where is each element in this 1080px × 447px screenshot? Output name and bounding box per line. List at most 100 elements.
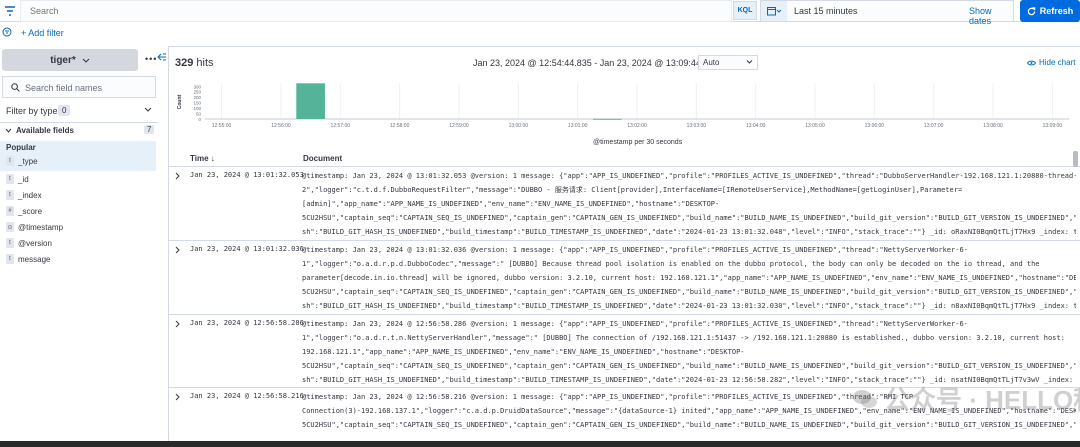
x-tick-label: 12:59:00 [449,123,469,129]
chevron-down-icon [82,58,90,63]
table-row[interactable]: Jan 23, 2024 @ 13:01:32.036 @timestamp: J… [169,241,1080,315]
search-input[interactable] [21,1,731,21]
field-item[interactable]: t _type [6,155,38,167]
row-document: @timestamp: Jan 23, 2024 @ 12:56:58.286 … [302,317,1076,387]
row-document: @timestamp: Jan 23, 2024 @ 13:01:32.053 … [302,169,1076,239]
x-tick-label: 13:08:00 [983,123,1003,129]
hits-number: 329 [175,57,194,69]
field-name: _index [18,190,42,200]
calendar-icon [767,7,781,16]
chevron-down-icon [746,60,753,64]
interval-value: Auto [703,58,720,67]
show-dates-link[interactable]: Show dates [969,6,1013,26]
number-type-icon: # [6,206,14,216]
row-timestamp: Jan 23, 2024 @ 12:56:58.216 [190,392,304,400]
sidebar: tiger* ••• Search field names Filter by … [0,44,168,447]
date-type-icon: ⊙ [6,222,14,232]
document-line: 5CU2HSU","captain_seq":"CAPTAIN_SEQ_IS_U… [302,362,1076,370]
field-name: @version [18,238,52,248]
kql-toggle-button[interactable]: KQL [733,1,757,20]
x-tick-label: 13:07:00 [924,123,944,129]
y-tick-label: 150 [193,101,201,106]
x-tick-label: 13:06:00 [865,123,885,129]
watermark: 公众号 · HELLO程序员 [852,380,1080,417]
hide-chart-button[interactable]: Hide chart [1027,58,1075,67]
search-bar[interactable] [20,0,732,22]
document-line: 2","logger":"c.t.d.f.DubboRequestFilter"… [302,186,963,194]
filter-by-type-button[interactable]: Filter by type 0 [0,101,156,121]
document-line: 192.168.121.1","app_name":"APP_NAME_IS_U… [302,348,745,356]
search-icon [11,83,20,92]
document-line: 5CU2HSU","captain_seq":"CAPTAIN_SEQ_IS_U… [302,214,1076,222]
table-row[interactable]: Jan 23, 2024 @ 12:56:58.286 @timestamp: J… [169,315,1080,388]
field-search-placeholder: Search field names [25,83,103,93]
column-header-document: Document [303,154,343,163]
filter-count-badge: 0 [58,105,71,116]
document-line: 1","logger":"o.a.d.r.p.d.DubboCodec","me… [302,260,1040,268]
x-tick-label: 13:00:00 [509,123,529,129]
y-axis-label: Count [177,94,183,109]
interval-select[interactable]: Auto [698,55,758,70]
available-fields-label: Available fields [16,126,74,135]
row-timestamp: Jan 23, 2024 @ 12:56:58.286 [190,319,304,327]
row-document: @timestamp: Jan 23, 2024 @ 13:01:32.036 … [302,243,1076,313]
filter-menu-button[interactable] [0,2,20,20]
eye-closed-icon [1027,60,1036,65]
document-line: sh":"BUILD_GIT_HASH_IS_UNDEFINED","build… [302,302,1076,310]
date-range-label[interactable]: Last 15 minutes [794,6,858,16]
x-tick-label: 13:09:00 [1043,123,1063,129]
field-item[interactable]: ⊙ @timestamp [6,221,63,233]
column-header-time[interactable]: Time ↓ [190,154,215,163]
document-line: 5CU2HSU","captain_seq":"CAPTAIN_SEQ_IS_U… [302,421,1076,429]
field-name: @timestamp [18,222,64,232]
field-item[interactable]: # _score [6,205,42,217]
x-tick-label: 12:57:00 [331,123,351,129]
quick-menu-button[interactable] [761,1,787,21]
more-options-icon[interactable]: ••• [145,54,157,64]
time-range-label: Jan 23, 2024 @ 12:54:44.835 - Jan 23, 20… [473,58,719,68]
document-line: @timestamp: Jan 23, 2024 @ 12:56:58.286 … [302,320,968,328]
field-item[interactable]: t _index [6,189,42,201]
histogram-chart[interactable]: 12:55:00 12:56:00 12:57:00 12:58:00 12:59:00… [169,75,1080,141]
field-search-input[interactable]: Search field names [2,76,156,98]
field-item[interactable]: t _id [6,173,29,185]
document-line: 1","logger":"o.a.d.r.t.n.NettyServerHand… [302,334,1065,342]
watermark-text: 公众号 · HELLO程序员 [884,385,1080,415]
x-tick-label: 12:56:00 [271,123,291,129]
chevron-down-icon [144,107,152,112]
add-filter-button[interactable]: + Add filter [21,28,64,38]
filter-by-type-label: Filter by type [6,106,58,116]
expand-row-icon[interactable] [175,320,181,328]
expand-row-icon[interactable] [175,393,181,401]
string-type-icon: t [6,190,14,200]
expand-row-icon[interactable] [175,246,181,254]
document-line: sh":"BUILD_GIT_HASH_IS_UNDEFINED","build… [302,228,1076,236]
filter-options-icon[interactable] [2,27,12,39]
table-row[interactable]: Jan 23, 2024 @ 13:01:32.053 @timestamp: J… [169,167,1080,241]
popular-fields-section: Popular t _type [0,141,156,171]
field-name: _type [18,156,38,166]
hits-count: 329 hits [175,57,214,69]
x-tick-label: 13:02:00 [627,123,647,129]
chevron-down-icon [5,128,12,133]
x-tick-label: 12:58:00 [390,123,410,129]
index-pattern-selector[interactable]: tiger* [2,49,138,71]
x-tick-label: 13:05:00 [805,123,825,129]
field-item[interactable]: t @version [6,237,52,249]
expand-row-icon[interactable] [175,172,181,180]
y-tick-label: 200 [193,95,201,100]
available-fields-header[interactable]: Available fields 7 [0,124,156,140]
filter-icon [5,6,15,16]
chart-x-axis-label: @timestamp per 30 seconds [593,139,683,146]
collapse-sidebar-icon[interactable] [157,53,167,61]
scrollbar[interactable] [1073,151,1078,167]
document-line: 5CU2HSU","captain_seq":"CAPTAIN_SEQ_IS_U… [302,288,1076,296]
field-item[interactable]: t message [6,253,50,265]
top-query-bar: KQL Last 15 minutes Show dates Refresh [0,0,1080,26]
date-picker[interactable]: Last 15 minutes Show dates [760,0,1014,26]
document-line: @timestamp: Jan 23, 2024 @ 13:01:32.036 … [302,246,968,254]
document-line: parameter[decode.in.io.thread] will be i… [302,274,1076,282]
y-tick-label: 50 [196,112,202,117]
y-tick-label: 100 [193,106,201,111]
refresh-button[interactable]: Refresh [1020,0,1080,22]
